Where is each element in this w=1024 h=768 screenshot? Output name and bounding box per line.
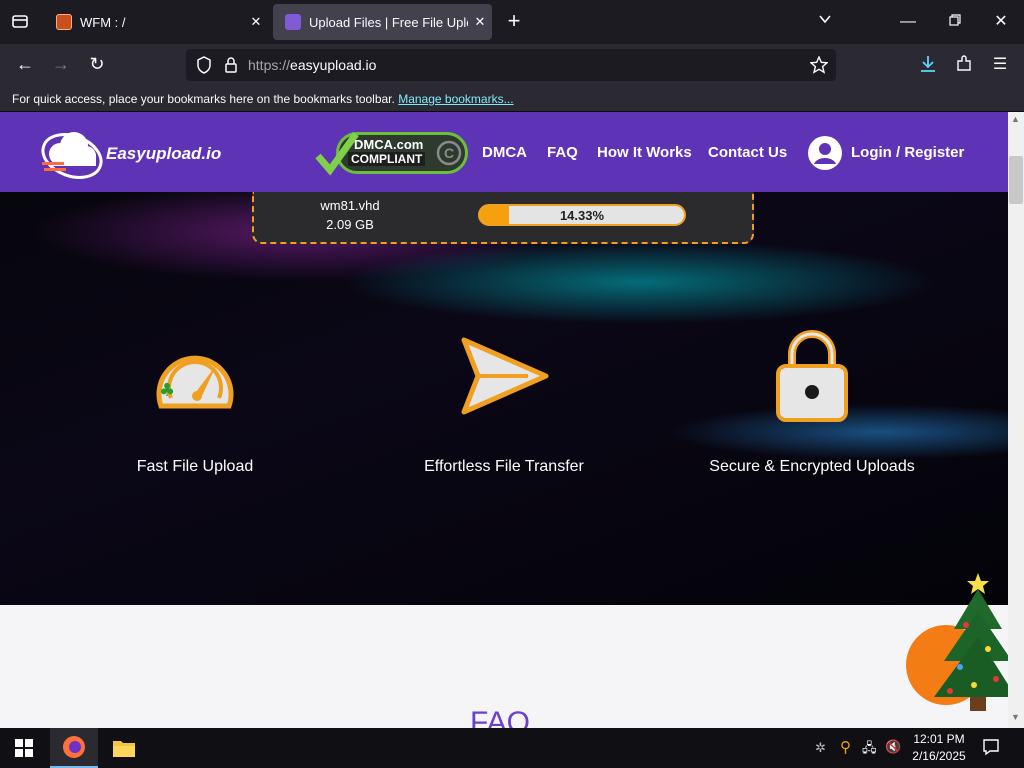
nav-dmca[interactable]: DMCA (482, 144, 527, 161)
tab-title: WFM : / (80, 14, 126, 30)
navigation-toolbar: ← → ↻ https://easyupload.io ☰ (0, 44, 1024, 86)
cloud-logo-icon (41, 132, 103, 179)
upload-progress-panel: wm81.vhd 2.09 GB 14.33% (252, 192, 754, 244)
web-page: Easyupload.io DMCA.com COMPLIANT C DMCA … (0, 112, 1008, 728)
page-scrollbar[interactable]: ▲ ▼ (1008, 112, 1024, 728)
taskbar: ✲ ⚲ 🖧 🔇 12:01 PM 2/16/2025 (0, 728, 1024, 768)
scroll-up-icon[interactable]: ▲ (1011, 114, 1020, 124)
upload-progress-bar: 14.33% (478, 204, 686, 226)
reload-icon[interactable]: ↻ (86, 54, 108, 74)
svg-text:♣: ♣ (159, 380, 175, 401)
forward-icon[interactable]: → (50, 54, 72, 74)
feature-effortless-transfer: Effortless File Transfer (354, 326, 654, 476)
wfm-favicon-icon (56, 14, 72, 30)
window-close-icon[interactable]: ✕ (991, 12, 1011, 32)
tab-easyupload[interactable]: Upload Files | Free File Upload and... ✕ (273, 4, 492, 40)
feature-label: Effortless File Transfer (424, 458, 584, 475)
nav-contact-us[interactable]: Contact Us (708, 144, 787, 161)
feature-label: Secure & Encrypted Uploads (709, 458, 915, 475)
login-label: Login / Register (851, 144, 965, 161)
speedometer-icon: ♣ (156, 355, 234, 409)
clock-date: 2/16/2025 (912, 749, 966, 763)
tray-network-badge-icon[interactable]: ✲ (815, 740, 826, 756)
tab-title: Upload Files | Free File Upload and... (309, 14, 468, 30)
tray-network-icon[interactable]: 🖧 (862, 739, 877, 761)
firefox-icon (63, 736, 85, 758)
faq-heading: FAQ (470, 706, 531, 728)
upload-filename: wm81.vhd (320, 198, 380, 213)
feature-secure-uploads: Secure & Encrypted Uploads (662, 326, 962, 476)
tab-list-icon[interactable] (10, 12, 30, 36)
login-button[interactable]: Login / Register (808, 136, 968, 172)
lock-icon[interactable] (224, 57, 238, 76)
url-text[interactable]: https://easyupload.io (248, 57, 376, 73)
nav-how-it-works[interactable]: How It Works (597, 144, 692, 161)
user-avatar-icon (808, 136, 842, 170)
nav-faq[interactable]: FAQ (547, 144, 578, 161)
tab-bar: WFM : / ✕ Upload Files | Free File Uploa… (0, 0, 1024, 44)
feature-fast-upload: ♣ Fast File Upload (45, 326, 345, 476)
clock-time: 12:01 PM (913, 732, 965, 746)
restore-icon[interactable] (945, 12, 965, 32)
manage-bookmarks-link[interactable]: Manage bookmarks... (398, 92, 513, 106)
start-button[interactable] (0, 728, 48, 768)
site-header: Easyupload.io DMCA.com COMPLIANT C DMCA … (0, 112, 1008, 192)
svg-text:C: C (444, 145, 454, 161)
logo-text: Easyupload.io (106, 144, 222, 163)
shield-icon[interactable] (196, 56, 212, 77)
tray-volume-icon[interactable]: 🔇 (885, 739, 901, 755)
back-icon[interactable]: ← (14, 54, 36, 74)
scroll-thumb[interactable] (1009, 156, 1023, 204)
extensions-icon[interactable] (954, 55, 974, 79)
progress-label: 14.33% (559, 208, 605, 223)
copyright-icon: C (436, 140, 462, 166)
tray-search-icon[interactable]: ⚲ (840, 738, 851, 756)
minimize-icon[interactable]: — (898, 12, 918, 32)
taskbar-clock[interactable]: 12:01 PM 2/16/2025 (906, 731, 972, 765)
address-bar[interactable]: https://easyupload.io (186, 49, 836, 81)
close-tab-icon[interactable]: ✕ (244, 14, 268, 30)
padlock-icon (776, 330, 848, 422)
scroll-down-icon[interactable]: ▼ (1011, 712, 1020, 722)
tab-wfm[interactable]: WFM : / ✕ (44, 4, 268, 40)
dmca-text: DMCA.com (354, 137, 424, 152)
new-tab-icon[interactable]: + (504, 10, 524, 32)
taskbar-file-explorer[interactable] (100, 728, 148, 768)
chevron-down-icon[interactable] (815, 12, 835, 32)
downloads-icon[interactable] (918, 55, 938, 79)
easyupload-favicon-icon (285, 14, 301, 30)
notifications-icon[interactable] (982, 738, 1000, 761)
dmca-compliant-text: COMPLIANT (348, 152, 426, 166)
folder-icon (113, 741, 135, 757)
bookmarks-message: For quick access, place your bookmarks h… (12, 92, 395, 106)
feature-label: Fast File Upload (136, 458, 254, 475)
site-logo[interactable]: Easyupload.io (38, 124, 238, 184)
paper-plane-icon (461, 337, 549, 415)
christmas-tree-icon (934, 573, 1008, 711)
upload-filesize: 2.09 GB (326, 217, 374, 232)
dmca-badge[interactable]: DMCA.com COMPLIANT C (314, 130, 470, 176)
bookmark-star-icon[interactable] (809, 55, 829, 77)
bookmarks-toolbar: For quick access, place your bookmarks h… (0, 86, 1024, 112)
menu-icon[interactable]: ☰ (990, 55, 1010, 75)
taskbar-firefox[interactable] (50, 728, 98, 768)
windows-logo-icon (15, 739, 33, 757)
close-tab-icon[interactable]: ✕ (468, 14, 492, 30)
